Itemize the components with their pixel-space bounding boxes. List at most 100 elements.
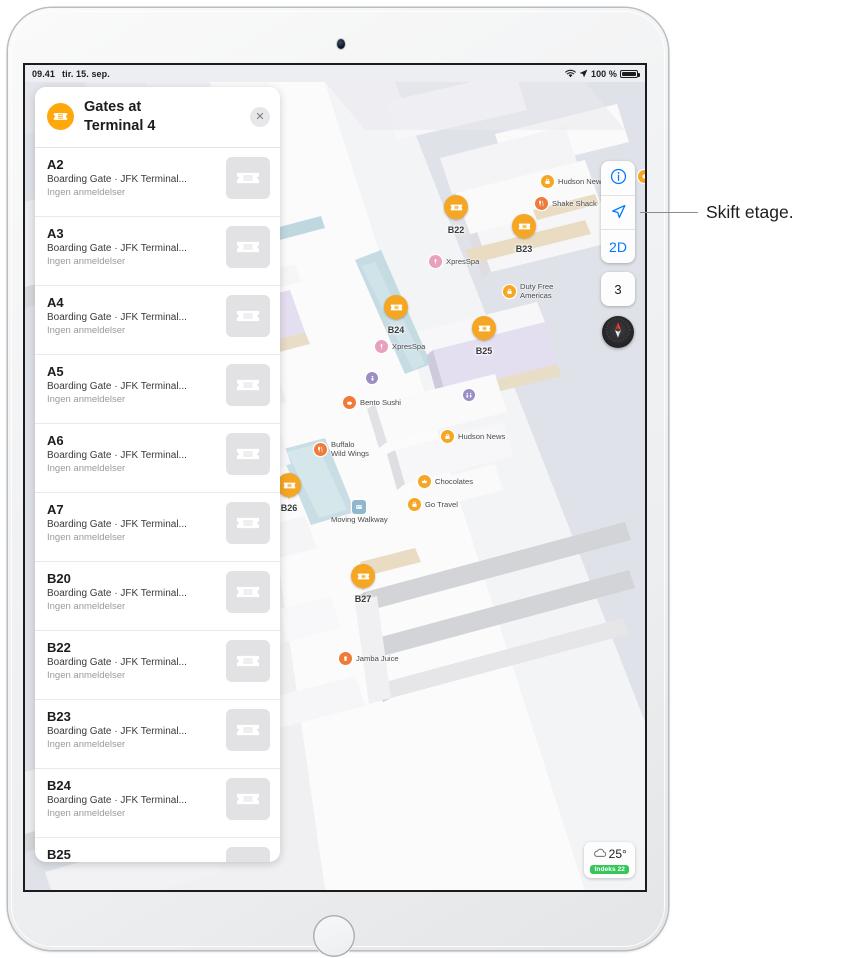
- shop-icon: [408, 498, 421, 511]
- map-poi[interactable]: XpresSpa: [429, 255, 479, 268]
- gate-subtitle: Boarding Gate · JFK Terminal...: [47, 588, 187, 600]
- gate-name: A5: [47, 364, 64, 380]
- map-poi-label: Shake Shack: [552, 198, 597, 208]
- list-item-text: A6 Boarding Gate · JFK Terminal... Ingen…: [47, 433, 218, 474]
- list-item-partial[interactable]: B25 Boarding Gate · JFK Terminal... Inge…: [35, 838, 280, 862]
- map-poi[interactable]: Chocolates: [418, 475, 473, 488]
- map-pin-gate[interactable]: B25: [472, 316, 496, 356]
- list-item-text: B23 Boarding Gate · JFK Terminal... Inge…: [47, 709, 218, 750]
- gate-subtitle: Boarding Gate · JFK Terminal...: [47, 519, 187, 531]
- list-item[interactable]: A7 Boarding Gate · JFK Terminal... Ingen…: [35, 493, 280, 563]
- map-poi[interactable]: Hudson News: [541, 175, 605, 188]
- gate-name: A2: [47, 157, 64, 173]
- map-pin-gate[interactable]: B23: [512, 214, 536, 254]
- map-pin-gate[interactable]: B24: [384, 295, 408, 335]
- boarding-pass-icon: [277, 473, 301, 497]
- list-item[interactable]: A6 Boarding Gate · JFK Terminal... Ingen…: [35, 424, 280, 494]
- list-item[interactable]: B24 Boarding Gate · JFK Terminal... Inge…: [35, 769, 280, 839]
- weather-row: 25°: [593, 845, 627, 863]
- list-item[interactable]: B20 Boarding Gate · JFK Terminal... Inge…: [35, 562, 280, 632]
- status-bar-left: 09.41 tir. 15. sep.: [32, 69, 110, 79]
- gate-thumbnail: [226, 226, 270, 269]
- map-poi[interactable]: Bento Sushi: [343, 396, 401, 409]
- compass-button[interactable]: [602, 316, 634, 348]
- list-item-text: B22 Boarding Gate · JFK Terminal... Inge…: [47, 640, 218, 681]
- gate-name: A6: [47, 433, 64, 449]
- list-item-text: B24 Boarding Gate · JFK Terminal... Inge…: [47, 778, 218, 819]
- map-dimension-button[interactable]: 2D: [601, 229, 635, 263]
- map-pin-gate[interactable]: B22: [444, 195, 468, 235]
- gate-reviews: Ingen anmeldelser: [47, 739, 126, 751]
- floor-selector-button[interactable]: 3: [601, 272, 635, 306]
- map-poi[interactable]: Duty Free Americas: [503, 282, 553, 301]
- map-pin-label: B23: [515, 244, 533, 254]
- gate-subtitle: Boarding Gate · JFK Terminal...: [47, 450, 187, 462]
- gate-subtitle: Boarding Gate · JFK Terminal...: [47, 174, 187, 186]
- food-icon: [314, 442, 327, 456]
- gate-thumbnail: [226, 640, 270, 683]
- map-poi[interactable]: XpresSpa: [375, 340, 425, 353]
- list-item-text: A7 Boarding Gate · JFK Terminal... Ingen…: [47, 502, 218, 543]
- gate-reviews: Ingen anmeldelser: [47, 532, 126, 544]
- food-icon: [638, 170, 645, 183]
- boarding-pass-icon: [351, 564, 375, 588]
- map-pin-gate-occluded[interactable]: B26: [277, 473, 301, 513]
- locate-me-button[interactable]: [601, 195, 635, 229]
- status-bar-date: tir. 15. sep.: [62, 68, 110, 79]
- map-restroom-marker[interactable]: [463, 389, 475, 401]
- map-poi[interactable]: Hudson News: [441, 430, 505, 443]
- map-poi-partial[interactable]: Gri: [638, 170, 645, 183]
- restroom-icon: [366, 372, 378, 384]
- gate-thumbnail: [226, 778, 270, 821]
- weather-widget[interactable]: 25° Indeks 22: [584, 842, 635, 878]
- status-bar-right: 100 %: [565, 69, 640, 79]
- gate-subtitle: Boarding Gate · JFK Terminal...: [47, 726, 187, 738]
- map-poi[interactable]: Moving Walkway: [331, 500, 388, 524]
- list-item[interactable]: A3 Boarding Gate · JFK Terminal... Ingen…: [35, 217, 280, 287]
- list-item-text: B20 Boarding Gate · JFK Terminal... Inge…: [47, 571, 218, 612]
- boarding-pass-icon: [384, 295, 408, 319]
- gate-reviews: Ingen anmeldelser: [47, 256, 126, 268]
- map-pin-label: B25: [475, 346, 493, 356]
- gate-name: B22: [47, 640, 71, 656]
- annotation-text: Skift etage.: [706, 202, 794, 222]
- info-button[interactable]: [601, 161, 635, 195]
- close-icon[interactable]: ✕: [250, 106, 270, 127]
- gates-list[interactable]: A2 Boarding Gate · JFK Terminal... Ingen…: [35, 148, 280, 862]
- map-control-stack: 2D: [601, 161, 635, 263]
- spa-icon: [375, 340, 388, 353]
- status-bar: 09.41 tir. 15. sep. 100 %: [25, 65, 645, 82]
- gate-thumbnail: [226, 295, 270, 338]
- boarding-pass-icon: [472, 316, 496, 340]
- boarding-pass-icon: [444, 195, 468, 219]
- gate-thumbnail: [226, 571, 270, 614]
- map-poi[interactable]: Shake Shack: [535, 197, 597, 210]
- list-item[interactable]: B23 Boarding Gate · JFK Terminal... Inge…: [35, 700, 280, 770]
- annotation-callout: Skift etage.: [640, 202, 794, 223]
- compass-icon: [605, 317, 631, 348]
- shop-icon: [541, 175, 554, 188]
- list-item[interactable]: A5 Boarding Gate · JFK Terminal... Ingen…: [35, 355, 280, 425]
- list-item[interactable]: A4 Boarding Gate · JFK Terminal... Ingen…: [35, 286, 280, 356]
- weather-index-badge: Indeks 22: [590, 865, 629, 874]
- gate-reviews: Ingen anmeldelser: [47, 463, 126, 475]
- map-poi-label: Hudson News: [458, 431, 506, 441]
- map-poi-label: Go Travel: [425, 499, 458, 509]
- shop-icon: [503, 284, 516, 298]
- map-poi[interactable]: Go Travel: [408, 498, 458, 511]
- sidebar-title-line1: Gates at: [84, 99, 142, 115]
- gate-reviews: Ingen anmeldelser: [47, 325, 126, 337]
- home-button[interactable]: [313, 915, 355, 957]
- map-pin-gate[interactable]: B27: [351, 564, 375, 604]
- list-item[interactable]: B22 Boarding Gate · JFK Terminal... Inge…: [35, 631, 280, 701]
- map-poi[interactable]: Buffalo Wild Wings: [314, 440, 369, 459]
- list-item-text: A5 Boarding Gate · JFK Terminal... Ingen…: [47, 364, 218, 405]
- map-restroom-marker[interactable]: [366, 372, 378, 384]
- gate-name: B24: [47, 778, 71, 794]
- list-item[interactable]: A2 Boarding Gate · JFK Terminal... Ingen…: [35, 148, 280, 218]
- map-poi[interactable]: Jamba Juice: [339, 652, 399, 665]
- location-arrow-icon: [579, 69, 588, 78]
- list-item-text: A4 Boarding Gate · JFK Terminal... Ingen…: [47, 295, 218, 336]
- list-item-text: B25 Boarding Gate · JFK Terminal... Inge…: [47, 847, 218, 862]
- page-title: Gates at Terminal 4: [84, 98, 155, 135]
